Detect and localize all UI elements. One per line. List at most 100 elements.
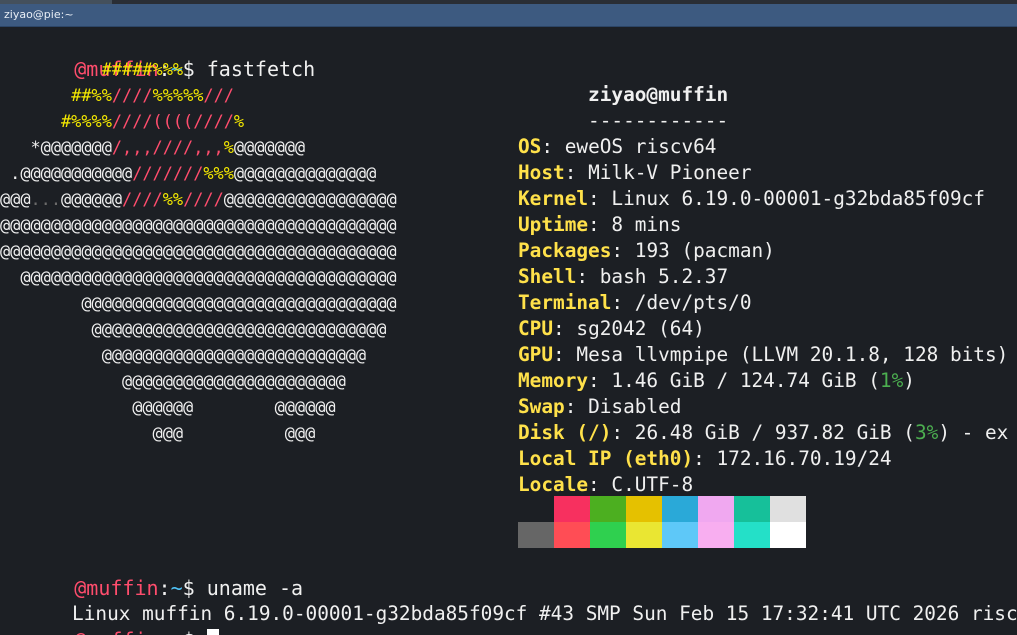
palette-swatch <box>734 496 770 522</box>
logo-segment: @@@@@@@@@@@@@@@@@@@@@@@@@@@@@@@ <box>0 293 397 313</box>
info-key: Shell <box>518 265 577 288</box>
info-value: 1.46 GiB / 124.74 GiB ( <box>611 369 880 392</box>
logo-segment: ////((((//// <box>111 111 234 131</box>
info-value: Mesa llvmpipe (LLVM 20.1.8, 128 bits) <box>576 343 1009 366</box>
info-row: Kernel: Linux 6.19.0-00001-g32bda85f09cf <box>518 187 985 210</box>
info-value: eweOS riscv64 <box>564 135 717 158</box>
info-value: 26.48 GiB / 937.82 GiB ( <box>634 421 915 444</box>
palette-swatch <box>662 522 698 548</box>
logo-segment: @@@ @@@ <box>0 423 316 443</box>
logo-line: @@@@@@@@@@@@@@@@@@@@@@@@@@@@@@@ <box>0 290 397 316</box>
palette-swatch <box>590 522 626 548</box>
logo-segment: @@@@@@ <box>61 189 123 209</box>
logo-line: @@@@@@@@@@@@@@@@@@@@@@@@@@@@@@@@@@@@@@@ <box>0 212 397 238</box>
palette-swatch <box>626 496 662 522</box>
terminal-area[interactable]: @muffin:~$ fastfetch #####%%% ##%% ////%%… <box>0 27 1017 635</box>
info-percent: 1% <box>879 369 904 392</box>
info-row: CPU: sg2042 (64) <box>518 317 705 340</box>
logo-line: @@@@@@@@@@@@@@@@@@@@@@@@@@ <box>0 342 366 368</box>
palette-swatch <box>554 496 590 522</box>
window-title: ziyao@pie:~ <box>4 8 74 21</box>
logo-segment: *@@@@@@@ <box>0 137 112 157</box>
logo-line: @@@@@@@@@@@@@@@@@@@@@@@@@@@@@@@@@@@@@ <box>0 264 397 290</box>
logo-segment: @@@@@@@@@@@@@@@@@@@@@@@@@@@@@@@@@@@@@@@ <box>0 241 397 261</box>
terminal-window: ziyao@pie:~ @muffin:~$ fastfetch #####%%… <box>0 0 1017 635</box>
info-key: CPU <box>518 317 554 340</box>
logo-segment: /,,,////,,, <box>111 137 224 157</box>
info-row: Uptime: 8 mins <box>518 213 682 236</box>
info-value: 172.16.70.19/24 <box>716 447 892 470</box>
info-row: Swap: Disabled <box>518 395 682 418</box>
info-key: Kernel <box>518 187 589 210</box>
logo-segment: @@@@@@@@@@@@@@@@@ <box>223 189 397 209</box>
prompt-line-fastfetch: @muffin:~$ fastfetch <box>74 57 316 81</box>
logo-line: ##%%////%%%%%/// <box>0 82 234 108</box>
logo-segment: //// <box>183 189 224 209</box>
logo-segment: #####%%% <box>101 59 184 79</box>
logo-line: @@@@@@@@@@@@@@@@@@@@@@ <box>0 368 346 394</box>
palette-swatch <box>626 522 662 548</box>
info-key: Host <box>518 161 565 184</box>
logo-segment: %% <box>162 189 184 209</box>
logo-segment: @@@@@@@@@@@@@@@@@@@@@@@@@@@@@@@@@@@@@@@ <box>0 215 397 235</box>
info-key: Disk (/) <box>518 421 612 444</box>
logo-segment: .@@@@@@@@@@@ <box>0 163 133 183</box>
prompt-user: @muffin <box>74 628 158 635</box>
prompt-line-current[interactable]: @muffin:~$ <box>2 601 219 635</box>
info-row: OS: eweOS riscv64 <box>518 135 717 158</box>
logo-line: .@@@@@@@@@@@///////%%%@@@@@@@@@@@@@@ <box>0 160 376 186</box>
logo-line: @@@@@@@@@@@@@@@@@@@@@@@@@@@@@ <box>0 316 387 342</box>
window-titlebar[interactable]: ziyao@pie:~ <box>0 4 1017 27</box>
info-separator: ------------ <box>588 109 729 132</box>
logo-segment: @@@@@@@@@@@@@@@@@@@@@@@@@@ <box>0 345 367 365</box>
info-row: Local IP (eth0): 172.16.70.19/24 <box>518 447 892 470</box>
info-value: Milk-V Pioneer <box>588 161 752 184</box>
palette-swatch <box>518 522 554 548</box>
info-key: Packages <box>518 239 612 262</box>
info-key: OS <box>518 135 542 158</box>
palette-swatch <box>770 522 806 548</box>
logo-line: #%%%%////((((////% <box>0 108 244 134</box>
info-user-host: ziyao@muffin <box>588 83 729 106</box>
logo-line: *@@@@@@@/,,,////,,,%@@@@@@@ <box>0 134 306 160</box>
info-value: Linux 6.19.0-00001-g32bda85f09cf <box>611 187 985 210</box>
palette-swatch <box>734 522 770 548</box>
info-value: C.UTF-8 <box>611 473 694 496</box>
logo-line: @@@@@@ @@@@@@ <box>0 394 336 420</box>
logo-line: @@@ @@@ <box>0 420 316 446</box>
logo-segment <box>0 59 102 79</box>
logo-segment <box>0 111 61 131</box>
logo-segment: #%%%% <box>61 111 112 131</box>
info-key: Swap <box>518 395 565 418</box>
logo-segment: @@@@@@@@@@@@@@ <box>233 163 377 183</box>
logo-segment: %%% <box>203 163 234 183</box>
prompt-line-uname: @muffin:~$ uname -a <box>74 576 304 600</box>
info-row: Shell: bash 5.2.37 <box>518 265 729 288</box>
info-key: Local IP (eth0) <box>518 447 694 470</box>
logo-segment: @@@@@@@@@@@@@@@@@@@@@@@@@@@@@@@@@@@@@ <box>0 267 397 287</box>
info-row: Packages: 193 (pacman) <box>518 239 775 262</box>
info-value: bash 5.2.37 <box>599 265 729 288</box>
logo-segment: % <box>233 111 245 131</box>
logo-segment: ##%% <box>71 85 112 105</box>
text-cursor <box>206 629 219 635</box>
logo-segment: @@@@@@ @@@@@@ <box>0 397 336 417</box>
info-value: Disabled <box>588 395 682 418</box>
palette-swatch <box>698 496 734 522</box>
palette-swatch <box>518 496 554 522</box>
logo-segment: @@@ <box>0 189 31 209</box>
info-value: /dev/pts/0 <box>634 291 752 314</box>
info-row: Memory: 1.46 GiB / 124.74 GiB (1%) <box>518 369 915 392</box>
uname-output: Linux muffin 6.19.0-00001-g32bda85f09cf … <box>72 602 1017 625</box>
info-row: Disk (/): 26.48 GiB / 937.82 GiB (3%) - … <box>518 421 1009 444</box>
info-value: 193 (pacman) <box>634 239 775 262</box>
logo-segment: /// <box>203 85 234 105</box>
info-key: Memory <box>518 369 589 392</box>
logo-segment: @@@@@@@ <box>233 137 306 157</box>
info-key: Uptime <box>518 213 589 236</box>
logo-segment: @@@@@@@@@@@@@@@@@@@@@@ <box>0 371 346 391</box>
info-row: Host: Milk-V Pioneer <box>518 161 752 184</box>
logo-segment: @@@@@@@@@@@@@@@@@@@@@@@@@@@@@ <box>0 319 387 339</box>
info-row: Terminal: /dev/pts/0 <box>518 291 752 314</box>
logo-segment: % <box>223 137 234 157</box>
